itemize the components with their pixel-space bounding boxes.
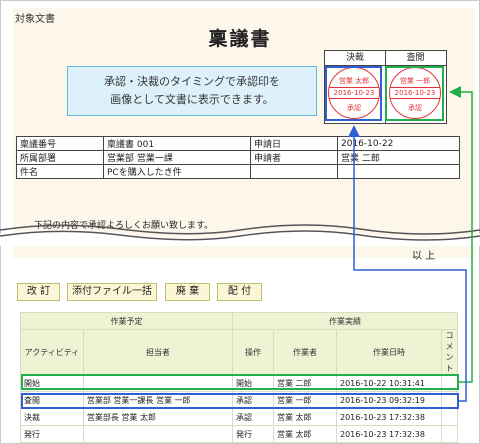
info-value: 稟議書 001 [103,136,251,151]
stamp-header-kessai: 決裁 [325,51,386,66]
info-row: 件名 PCを購入したき件 [16,164,460,179]
info-row: 稟議番号 稟議書 001 申請日 2016-10-22 [16,136,460,151]
cell-activity: 決裁 [20,408,84,426]
info-value [337,164,460,179]
document-label: 対象文書 [15,14,55,25]
info-value: 2016-10-22 [337,136,460,151]
info-label: 申請者 [250,150,338,165]
column-header: 作業者 [273,329,337,375]
document-title: 稟議書 [208,28,272,50]
row-highlight-blue [21,393,459,409]
info-value: PCを購入したき件 [103,164,251,179]
cell-operation: 発行 [232,425,274,443]
cell-comment [441,425,458,443]
table-row: 決裁 営業部長 営業 太郎 承認 営業 太郎 2016-10-23 17:32:… [20,408,458,426]
info-label: 稟議番号 [16,136,104,151]
cell-comment [441,408,458,426]
revise-button[interactable]: 改 訂 [17,283,60,301]
cell-datetime: 2016-10-23 17:32:38 [336,425,442,443]
table-group-header: 作業予定 作業実績 [20,312,458,330]
stamp-highlight-blue [325,66,382,121]
table-row: 発行 発行 営業 太郎 2016-10-23 17:32:38 [20,425,458,443]
discard-button[interactable]: 廃 棄 [165,283,210,301]
table-header-row: アクティビティ 担当者 操作 作業者 作業日時 コメント [20,329,458,375]
group-header-actual: 作業実績 [232,312,458,330]
column-header: 操作 [232,329,274,375]
cell-worker: 営業 太郎 [273,425,337,443]
page-break-wave [0,224,480,246]
document-info-table: 稟議番号 稟議書 001 申請日 2016-10-22 所属部署 営業部 営業一… [16,136,460,179]
callout-line-1: 承認・決裁のタイミングで承認印を [104,75,280,88]
info-row: 所属部署 営業部 営業一課 申請者 営業 二郎 [16,150,460,165]
info-label: 件名 [16,164,104,179]
column-header: 作業日時 [336,329,442,375]
row-highlight-green [21,374,459,390]
info-label: 所属部署 [16,150,104,165]
info-value: 営業 二郎 [337,150,460,165]
column-header: アクティビティ [20,329,84,375]
info-label [250,164,338,179]
group-header-planned: 作業予定 [20,312,233,330]
end-marker: 以 上 [412,251,436,262]
info-label: 申請日 [250,136,338,151]
attachments-bulk-button[interactable]: 添付ファイル一括 [67,283,157,301]
feature-callout: 承認・決裁のタイミングで承認印を 画像として文書に表示できます。 [67,66,317,116]
cell-assignee [82,425,234,443]
column-header: 担当者 [82,329,234,375]
cell-activity: 発行 [20,425,84,443]
workflow-panel: 作業予定 作業実績 アクティビティ 担当者 操作 作業者 作業日時 コメント 開… [20,312,460,443]
column-header: コメント [441,329,458,375]
cell-worker: 営業 太郎 [273,408,337,426]
stamp-highlight-green [385,66,444,121]
distribute-button[interactable]: 配 付 [217,283,262,301]
info-value: 営業部 営業一課 [103,150,251,165]
cell-operation: 承認 [232,408,274,426]
cell-datetime: 2016-10-23 17:32:38 [336,408,442,426]
stamp-header-saetsu: 査閲 [385,51,446,66]
callout-line-2: 画像として文書に表示できます。 [110,93,274,106]
cell-assignee: 営業部長 営業 太郎 [82,408,234,426]
